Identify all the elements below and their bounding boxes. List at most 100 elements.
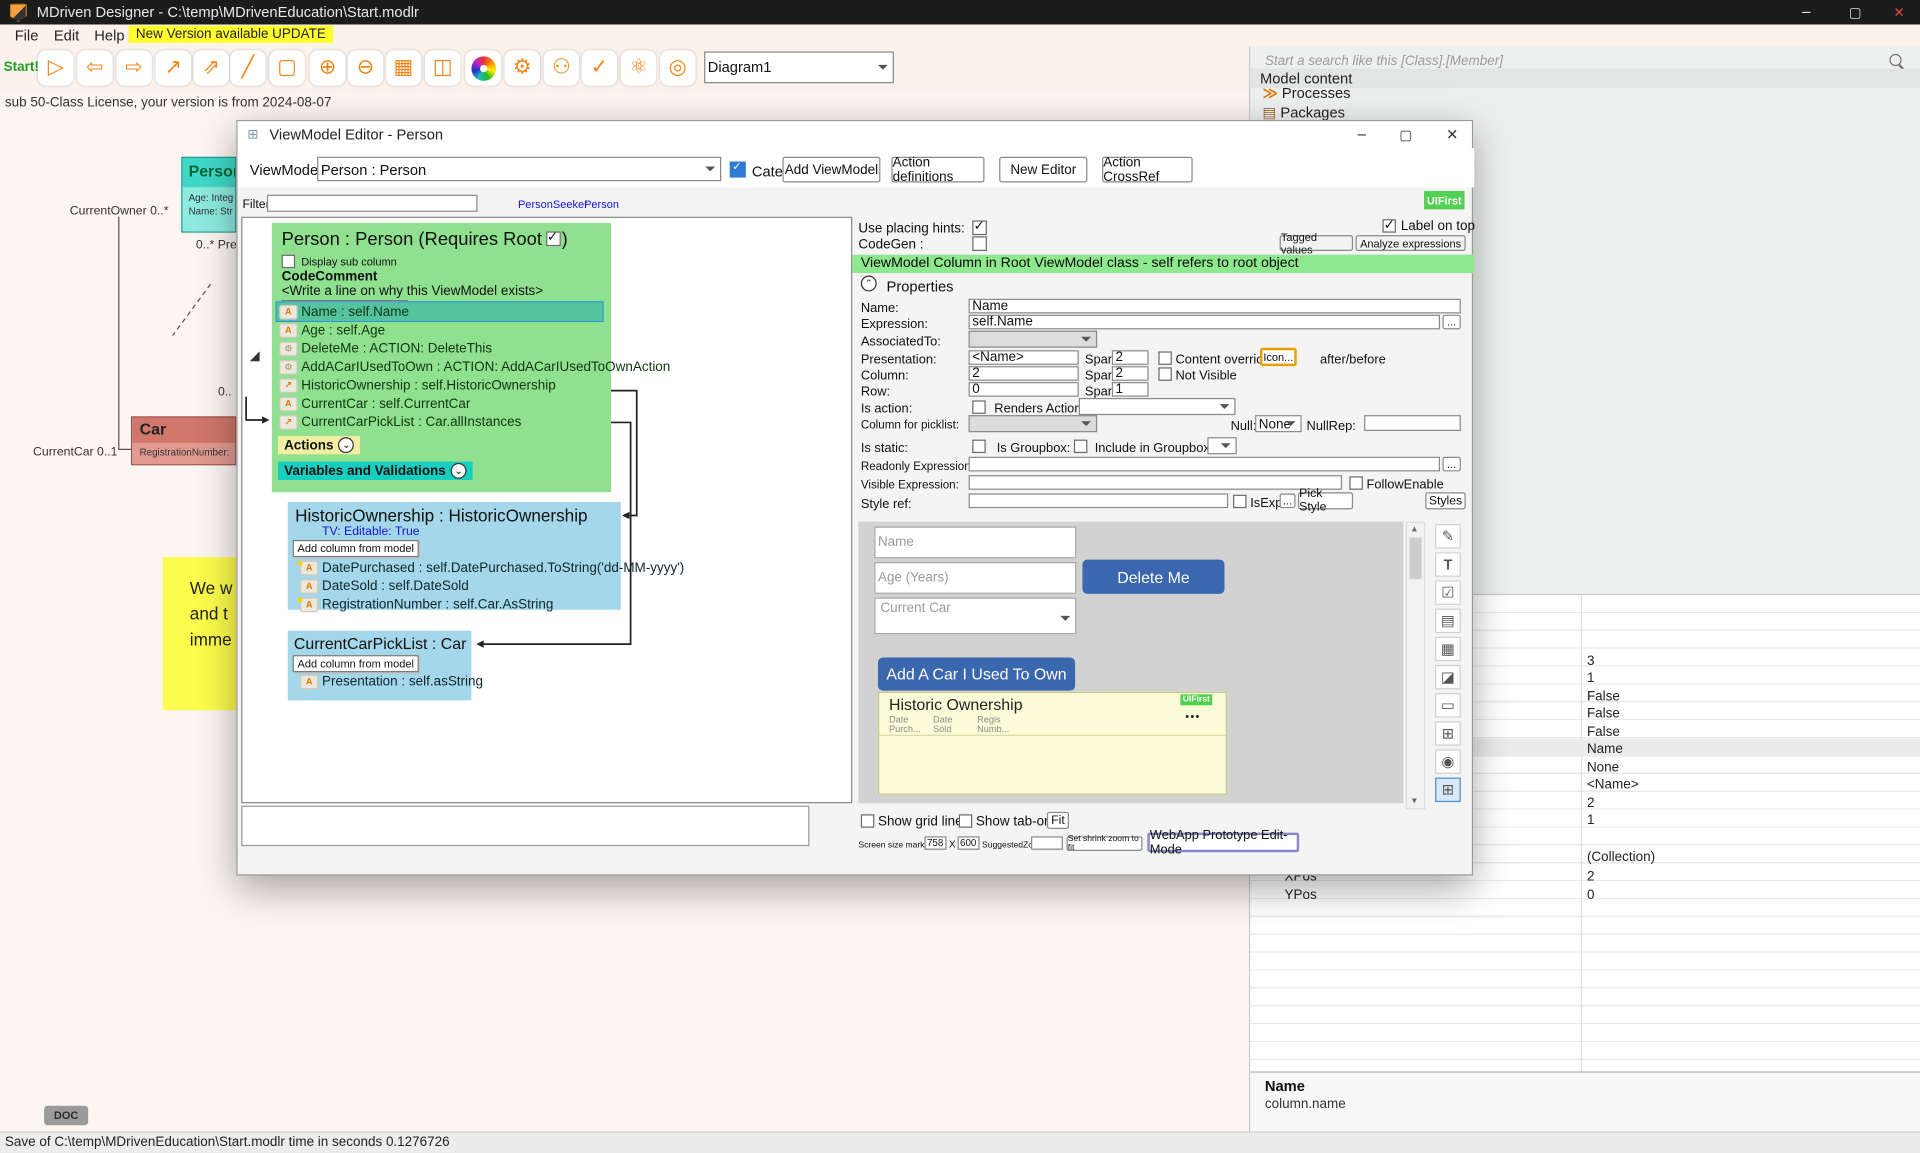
expression-ellipsis-button[interactable]: ...	[1442, 314, 1461, 330]
use-placing-hints-checkbox[interactable]	[972, 218, 987, 236]
grid-value[interactable]: (Collection)	[1587, 850, 1655, 865]
dialog-close-button[interactable]: ✕	[1433, 121, 1472, 148]
tree-item-name[interactable]: A Name : self.Name	[275, 301, 604, 323]
styles-button[interactable]: Styles	[1425, 492, 1466, 510]
is-static-checkbox[interactable]	[972, 439, 986, 454]
isexp-checkbox[interactable]	[1233, 494, 1247, 509]
tree-item-currentcarpicklist[interactable]: ↗ CurrentCarPickList : Car.allInstances	[279, 413, 521, 431]
uifirst-button[interactable]: UIFirst	[1424, 191, 1465, 210]
grid-value[interactable]: 3	[1587, 654, 1595, 669]
currentcarpicklist-panel[interactable]: CurrentCarPickList : Car Add column from…	[287, 630, 483, 701]
grid-value[interactable]: 1	[1587, 813, 1595, 828]
menu-file[interactable]: File	[15, 27, 39, 44]
grid-value[interactable]: False	[1587, 725, 1620, 740]
diagram-nodes-button[interactable]: ⚛	[620, 50, 657, 86]
dialog-maximize-button[interactable]: ▢	[1386, 121, 1425, 148]
preview-historic-ownership-grid[interactable]: Historic Ownership UIFirst Date Purch...…	[877, 691, 1227, 795]
grid-value[interactable]: False	[1587, 689, 1620, 704]
grid-value[interactable]: False	[1587, 707, 1620, 722]
minimize-button[interactable]: ─	[1785, 0, 1827, 24]
tree-item-addacar[interactable]: ⚙ AddACarIUsedToOwn : ACTION: AddACarIUse…	[279, 358, 670, 376]
preview-add-car-button[interactable]: Add A Car I Used To Own	[877, 657, 1076, 691]
not-visible-checkbox[interactable]	[1158, 367, 1172, 381]
forward-button[interactable]: ⇨	[116, 50, 152, 86]
preview-age-input[interactable]	[874, 562, 1077, 594]
associatedto-select[interactable]	[968, 330, 1098, 348]
tree-item-registrationnumber[interactable]: A RegistrationNumber : self.Car.AsString	[297, 595, 553, 613]
content-override-checkbox[interactable]	[1158, 351, 1172, 365]
column-span-field[interactable]	[1111, 366, 1149, 381]
set-shrink-zoom-button[interactable]: Set shrink zoom to fit	[1066, 835, 1143, 852]
prototype-run-button[interactable]: ◫	[424, 50, 461, 86]
properties-collapse-icon[interactable]: ⌃	[860, 275, 877, 292]
webapp-prototype-button[interactable]: WebApp Prototype Edit-Mode	[1147, 828, 1300, 857]
row-field[interactable]	[968, 382, 1079, 397]
tree-item-currentcar[interactable]: A CurrentCar : self.CurrentCar	[279, 394, 470, 412]
select-tool-button[interactable]: ▢	[269, 50, 305, 86]
scroll-down-icon[interactable]: ▾	[1412, 795, 1417, 806]
dialog-minimize-button[interactable]: ─	[1342, 121, 1381, 148]
add-viewmodel-button[interactable]: Add ViewModel	[782, 156, 881, 183]
update-banner[interactable]: New Version available UPDATE	[128, 25, 334, 43]
actions-expander[interactable]: Actions ⌄	[277, 435, 361, 455]
checkbox-widget-icon[interactable]: ☑	[1435, 580, 1461, 605]
menu-edit[interactable]: Edit	[54, 27, 79, 44]
renders-action-select[interactable]	[1078, 397, 1236, 416]
action-definitions-button[interactable]: Action definitions	[891, 155, 985, 184]
visible-expression-field[interactable]	[968, 475, 1343, 490]
preview-current-car-combo[interactable]: Current Car	[874, 597, 1077, 635]
maximize-button[interactable]: ▢	[1834, 0, 1876, 24]
historicownership-panel[interactable]: HistoricOwnership : HistoricOwnership TV…	[287, 502, 684, 613]
nullrep-field[interactable]	[1364, 415, 1461, 432]
tree-item-historicownership[interactable]: ↗ HistoricOwnership : self.HistoricOwners…	[279, 376, 556, 394]
dialog-title-bar[interactable]: ⊞ ViewModel Editor - Person ─ ▢ ✕	[237, 121, 1472, 149]
grid-value-ypos[interactable]: 0	[1587, 888, 1595, 903]
show-grid-lines-checkbox[interactable]	[860, 814, 875, 828]
icon-button[interactable]: Icon...	[1260, 347, 1297, 367]
grid-value-xpos[interactable]: 2	[1587, 869, 1595, 884]
grid-header-date-sold[interactable]: Date Sold	[933, 714, 952, 735]
preview-delete-me-button[interactable]: Delete Me	[1082, 559, 1225, 594]
scrollbar-thumb[interactable]	[1409, 537, 1422, 580]
fit-button[interactable]: Fit	[1046, 811, 1069, 829]
add-column-from-model-button[interactable]: Add column from model	[292, 540, 419, 558]
name-field[interactable]	[968, 298, 1461, 314]
grid-value[interactable]: 2	[1587, 796, 1595, 811]
link-person[interactable]: Person	[584, 198, 619, 210]
grid-header-date-purchased[interactable]: Date Purch...	[889, 714, 921, 735]
viewmodel-select[interactable]: Person : Person	[317, 156, 722, 182]
dependency-tool-button[interactable]: ╱	[230, 50, 266, 86]
grid-menu-dots-icon[interactable]: •••	[1185, 710, 1200, 722]
presentation-span-field[interactable]	[1111, 350, 1149, 365]
combobox-widget-icon[interactable]: ▤	[1435, 608, 1461, 634]
code-comment-value[interactable]: <Write a line on why this ViewModel exis…	[282, 284, 544, 299]
grid-value[interactable]: 1	[1587, 671, 1595, 686]
screen-width-field[interactable]	[924, 836, 947, 850]
datepicker-widget-icon[interactable]: ▦	[1435, 636, 1461, 662]
presentation-field[interactable]	[968, 350, 1079, 365]
include-in-groupbox-select[interactable]	[1207, 437, 1237, 455]
doc-button[interactable]: DOC	[44, 1105, 89, 1126]
tree-item-deleteme[interactable]: ⚙ DeleteMe : ACTION: DeleteThis	[279, 339, 492, 357]
grid-widget-icon[interactable]: ⊞	[1435, 721, 1461, 746]
is-action-checkbox[interactable]	[972, 400, 986, 414]
column-for-picklist-select[interactable]	[968, 415, 1098, 433]
action-crossref-button[interactable]: Action CrossRef	[1102, 155, 1193, 184]
zoom-out-button[interactable]: ⊖	[347, 50, 384, 86]
grid-value[interactable]: None	[1587, 760, 1619, 775]
tagged-value-editable[interactable]: TV: Editable: True	[322, 525, 420, 538]
viewmodel-editor-button[interactable]: ▦	[385, 50, 422, 86]
display-sub-column-checkbox[interactable]	[281, 254, 296, 269]
search-icon[interactable]	[1889, 53, 1902, 67]
zoom-in-button[interactable]: ⊕	[309, 50, 346, 86]
tagged-values-button[interactable]: Tagged values	[1279, 231, 1354, 255]
readonly-expression-field[interactable]	[968, 456, 1441, 472]
new-editor-button[interactable]: New Editor	[999, 156, 1088, 183]
grid-header-registration-number[interactable]: Regis Numb...	[977, 714, 1009, 735]
requires-root-checkbox[interactable]	[545, 229, 561, 247]
variables-validations-expander[interactable]: Variables and Validations ⌄	[277, 461, 473, 481]
validate-button[interactable]: ✓	[581, 50, 618, 86]
tree-item-age[interactable]: A Age : self.Age	[279, 321, 385, 339]
add-column-from-model-button[interactable]: Add column from model	[292, 655, 419, 673]
link-personseeker[interactable]: PersonSeeker	[518, 198, 588, 210]
